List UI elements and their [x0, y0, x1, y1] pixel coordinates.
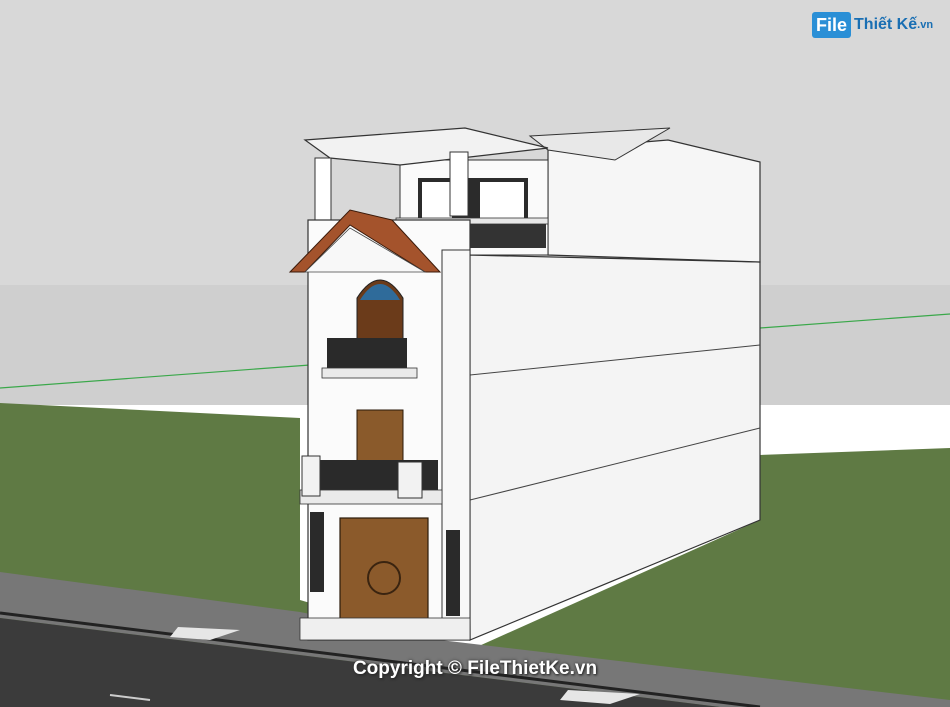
copyright-watermark: Copyright © FileThietKe.vn	[352, 658, 598, 679]
upper-block	[547, 139, 761, 263]
column-block	[397, 461, 423, 499]
column	[314, 157, 332, 221]
3d-house-model-render	[0, 0, 950, 707]
base-step	[299, 617, 471, 641]
balcony-slab	[321, 367, 418, 379]
column-block	[301, 455, 321, 497]
upper-window-glass	[422, 182, 452, 218]
logo-domain-text: .vn	[917, 19, 934, 31]
door-first-floor	[356, 409, 404, 469]
column	[449, 151, 469, 217]
logo-rest-text: Thiết Kế	[854, 16, 918, 33]
side-panel	[310, 512, 324, 592]
upper-window-glass	[480, 182, 524, 218]
brand-logo: File Thiết Kế .vn	[812, 10, 933, 40]
side-panel	[446, 530, 460, 616]
logo-file-text: File	[812, 12, 852, 38]
balcony-railing	[327, 338, 407, 370]
